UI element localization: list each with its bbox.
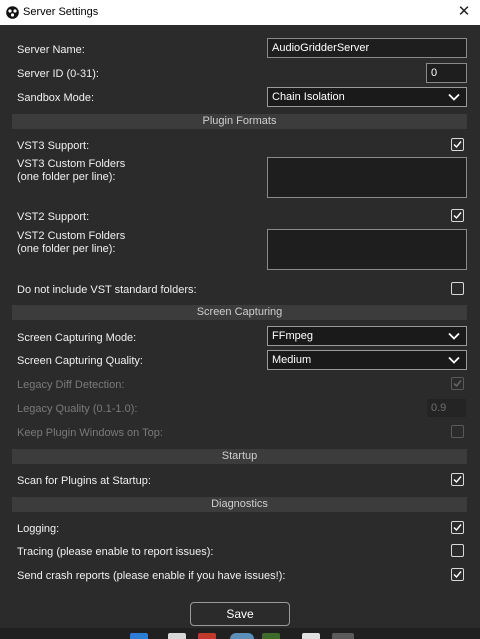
logging-checkbox[interactable] (451, 521, 464, 534)
vst3-folders-textarea[interactable] (267, 157, 467, 198)
section-diagnostics: Diagnostics (12, 497, 467, 512)
legacy-quality-input[interactable]: 0.9 (426, 398, 467, 418)
vst3-support-label: VST3 Support: (17, 140, 90, 152)
vst2-support-label: VST2 Support: (17, 211, 90, 223)
server-id-label: Server ID (0-31): (17, 68, 99, 80)
crash-reports-checkbox[interactable] (451, 568, 464, 581)
taskbar-app-icon[interactable] (130, 633, 148, 639)
tracing-checkbox[interactable] (451, 544, 464, 557)
chevron-down-icon (448, 93, 460, 101)
keep-on-top-checkbox[interactable] (451, 425, 464, 438)
checkmark-icon (453, 212, 462, 220)
save-button[interactable]: Save (190, 602, 290, 626)
checkmark-icon (453, 571, 462, 579)
vst3-folders-label: VST3 Custom Folders (one folder per line… (17, 158, 126, 183)
logging-label: Logging: (17, 523, 60, 535)
window-title: Server Settings (23, 6, 99, 18)
legacy-diff-checkbox[interactable] (451, 377, 464, 390)
server-name-input[interactable]: AudioGridderServer (267, 38, 467, 58)
section-plugin-formats: Plugin Formats (12, 114, 467, 129)
vst2-folders-textarea[interactable] (267, 229, 467, 270)
section-startup: Startup (12, 449, 467, 464)
taskbar-app-icon[interactable] (230, 633, 254, 639)
checkmark-icon (453, 380, 462, 388)
vst3-support-checkbox[interactable] (451, 138, 464, 151)
no-vst-standard-label: Do not include VST standard folders: (17, 284, 197, 296)
close-icon[interactable]: ✕ (452, 2, 476, 22)
title-bar: Server Settings ✕ (0, 0, 480, 25)
scan-plugins-label: Scan for Plugins at Startup: (17, 475, 151, 487)
legacy-diff-label: Legacy Diff Detection: (17, 379, 125, 391)
crash-reports-label: Send crash reports (please enable if you… (17, 570, 286, 582)
taskbar-app-icon[interactable] (302, 633, 320, 639)
scan-plugins-checkbox[interactable] (451, 473, 464, 486)
checkmark-icon (453, 524, 462, 532)
server-id-input[interactable]: 0 (426, 63, 467, 83)
chevron-down-icon (448, 356, 460, 364)
keep-on-top-label: Keep Plugin Windows on Top: (17, 427, 163, 439)
sandbox-mode-label: Sandbox Mode: (17, 92, 95, 104)
server-name-label: Server Name: (17, 44, 85, 56)
taskbar-app-icon[interactable] (168, 633, 186, 639)
checkmark-icon (453, 141, 462, 149)
checkmark-icon (453, 476, 462, 484)
vst2-support-checkbox[interactable] (451, 209, 464, 222)
vst2-folders-label: VST2 Custom Folders (one folder per line… (17, 230, 126, 255)
sandbox-mode-value: Chain Isolation (272, 91, 345, 103)
audiogridder-icon (6, 6, 19, 19)
capture-quality-value: Medium (272, 354, 312, 366)
capture-mode-value: FFmpeg (272, 330, 313, 342)
taskbar-app-icon[interactable] (332, 633, 354, 639)
taskbar (0, 628, 480, 639)
capture-mode-label: Screen Capturing Mode: (17, 332, 137, 344)
taskbar-app-icon[interactable] (198, 633, 216, 639)
no-vst-standard-checkbox[interactable] (451, 282, 464, 295)
sandbox-mode-select[interactable]: Chain Isolation (267, 87, 467, 107)
capture-quality-select[interactable]: Medium (267, 350, 467, 370)
capture-mode-select[interactable]: FFmpeg (267, 326, 467, 346)
section-screen-capturing: Screen Capturing (12, 305, 467, 320)
tracing-label: Tracing (please enable to report issues)… (17, 546, 214, 558)
chevron-down-icon (448, 332, 460, 340)
capture-quality-label: Screen Capturing Quality: (17, 355, 143, 367)
taskbar-app-icon[interactable] (262, 633, 280, 639)
legacy-quality-label: Legacy Quality (0.1-1.0): (17, 403, 138, 415)
settings-panel: Server Name: AudioGridderServer Server I… (0, 25, 480, 628)
